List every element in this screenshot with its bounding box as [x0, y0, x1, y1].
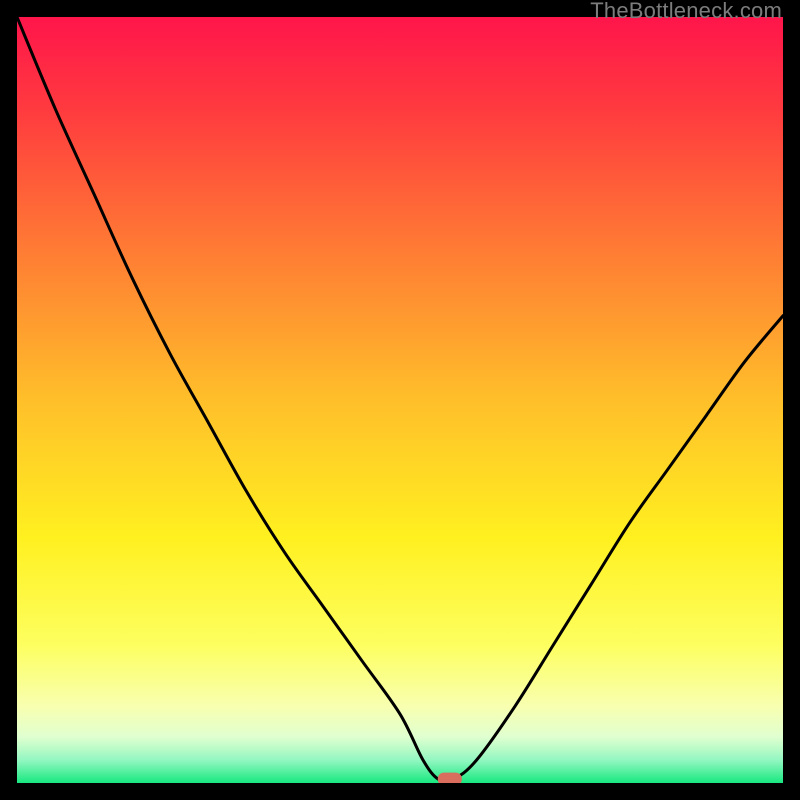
bottleneck-chart [17, 17, 783, 783]
gradient-background [17, 17, 783, 783]
optimal-marker [438, 773, 462, 783]
watermark-label: TheBottleneck.com [590, 0, 782, 24]
